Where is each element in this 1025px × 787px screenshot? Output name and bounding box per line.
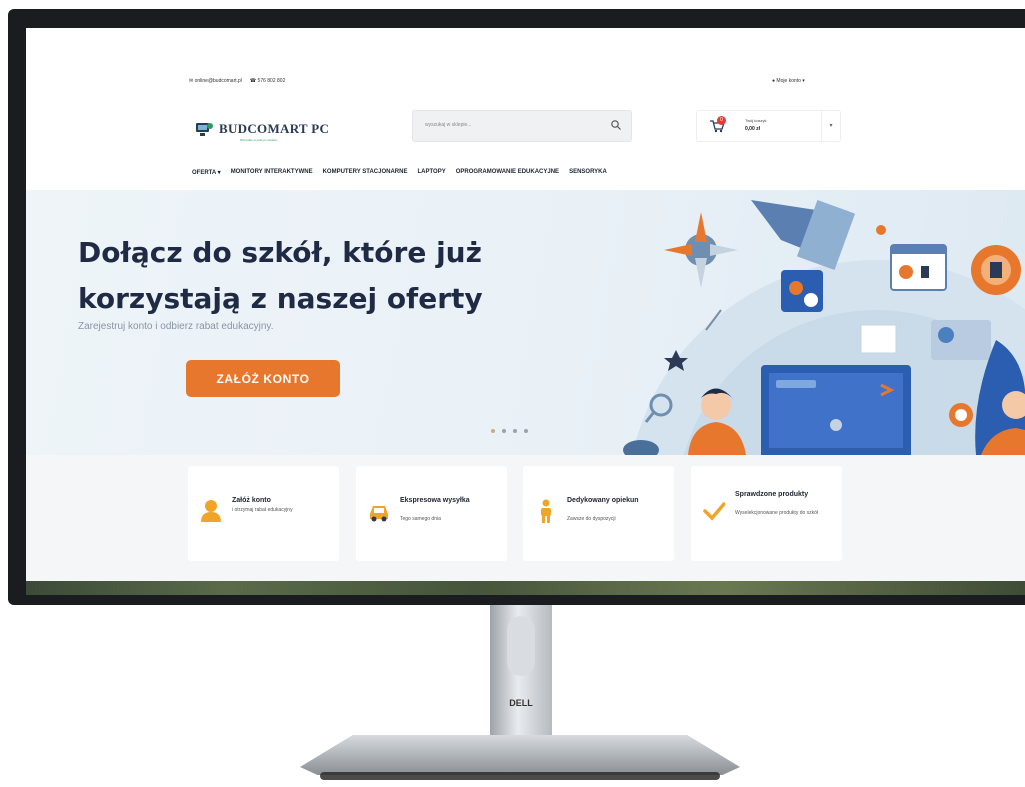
hero-banner: Dołącz do szkół, które już korzystają z … — [26, 190, 1025, 455]
hero-title-line2: korzystają z naszej oferty — [78, 282, 483, 315]
search-placeholder: wyszukaj w sklepie... — [425, 122, 472, 128]
slider-dot[interactable] — [524, 429, 528, 433]
car-icon — [370, 506, 388, 522]
user-icon — [201, 500, 221, 522]
cart-total: 0,00 zł — [745, 126, 761, 132]
check-icon — [703, 502, 725, 521]
create-account-button[interactable]: ZAŁÓŻ KONTO — [186, 360, 340, 397]
nav-item-sensoryka[interactable]: SENSORYKA — [569, 169, 607, 176]
monitor-stand-base — [300, 735, 740, 775]
cable-slot — [507, 616, 535, 676]
browser-window-icon — [890, 244, 947, 291]
brand-logo: DELL — [509, 698, 533, 708]
laptop-icon — [761, 365, 911, 455]
feature-title: Ekspresowa wysyłka — [400, 497, 470, 504]
feature-card-support[interactable]: Dedykowany opiekun Zawsze do dyspozycji — [523, 466, 674, 561]
gear-icon — [971, 245, 1021, 295]
feature-text: Zawsze do dyspozycji — [567, 516, 616, 522]
feature-card-shipping[interactable]: Ekspresowa wysyłka Tego samego dnia — [356, 466, 507, 561]
feature-title: Załóż konto — [232, 497, 271, 504]
stand-shadow — [320, 772, 720, 780]
email-link[interactable]: ✉ online@budcomart.pl — [189, 78, 242, 84]
cart-count-badge: 0 — [717, 116, 726, 125]
phone-link[interactable]: ☎ 576 802 802 — [250, 78, 285, 84]
email-text: online@budcomart.pl — [194, 78, 242, 84]
nav-item-laptopy[interactable]: LAPTOPY — [417, 169, 445, 176]
presentation-icon — [781, 270, 823, 312]
cart-dropdown-toggle[interactable]: ▾ — [821, 111, 840, 141]
chevron-down-icon: ▾ — [829, 123, 833, 129]
hero-title-line1: Dołącz do szkół, które już — [78, 236, 482, 269]
nav-item-monitory[interactable]: MONITORY INTERAKTYWNE — [231, 169, 313, 176]
logo-icon — [196, 123, 213, 136]
hero-subtitle: Zarejestruj konto i odbierz rabat edukac… — [78, 321, 274, 332]
website-screen: ✉ online@budcomart.pl ☎ 576 802 802 ● Mo… — [26, 28, 1025, 581]
hero-illustration — [623, 199, 1025, 455]
feature-text: i otrzymaj rabat edukacyjny — [232, 507, 293, 513]
feature-card-products[interactable]: Sprawdzone produkty Wyselekcjonowane pro… — [691, 466, 842, 561]
slider-dot[interactable] — [502, 429, 506, 433]
mail-icon: ✉ — [189, 78, 194, 84]
feature-title: Dedykowany opiekun — [567, 497, 639, 504]
nav-item-oferta[interactable]: OFERTA ▾ — [192, 169, 221, 176]
account-menu[interactable]: ● Moje konto ▾ — [772, 78, 805, 84]
hero-title: Dołącz do szkół, które już korzystają z … — [78, 230, 548, 322]
nav-item-komputery[interactable]: KOMPUTERY STACJONARNE — [323, 169, 408, 176]
nav-label: OFERTA — [192, 170, 216, 176]
phone-text: 576 802 802 — [257, 78, 286, 84]
feature-text: Wyselekcjonowane produkty do szkół — [735, 510, 819, 516]
cart-label: Twój koszyk — [745, 118, 767, 123]
slider-dot[interactable] — [513, 429, 517, 433]
contact-info: ✉ online@budcomart.pl ☎ 576 802 802 — [189, 78, 285, 84]
slider-dots — [491, 429, 528, 433]
user-icon: ● — [772, 78, 776, 84]
logo[interactable]: BUDCOMART PC — [194, 120, 329, 138]
logo-text: BUDCOMART PC — [219, 121, 330, 136]
monitor-bezel-bottom — [26, 581, 1025, 595]
feature-title: Sprawdzone produkty — [735, 491, 809, 498]
search-icon[interactable] — [610, 119, 622, 131]
slider-dot[interactable] — [491, 429, 495, 433]
chevron-down-icon: ▾ — [802, 78, 805, 84]
feature-text: Tego samego dnia — [400, 516, 441, 522]
search-input[interactable]: wyszukaj w sklepie... — [412, 110, 632, 142]
person-icon — [541, 499, 551, 523]
top-bar: ✉ online@budcomart.pl ☎ 576 802 802 ● Mo… — [26, 28, 1025, 103]
phone-icon: ☎ — [249, 78, 257, 84]
nav-item-oprogramowanie[interactable]: OPROGRAMOWANIE EDUKACYJNE — [456, 169, 559, 176]
account-label: Moje konto — [776, 78, 801, 84]
monitor-frame: ✉ online@budcomart.pl ☎ 576 802 802 ● Mo… — [8, 9, 1025, 605]
main-nav: OFERTA ▾ MONITORY INTERAKTYWNE KOMPUTERY… — [192, 169, 607, 176]
cart-widget[interactable]: 0 Twój koszyk 0,00 zł ▾ — [696, 110, 841, 142]
feature-card-account[interactable]: Załóż konto i otrzymaj rabat edukacyjny — [188, 466, 339, 561]
features-section: Załóż konto i otrzymaj rabat edukacyjny … — [26, 455, 1025, 581]
logo-tagline: Wszystko w jednym miejscu — [240, 138, 278, 142]
compass-icon — [664, 212, 738, 288]
